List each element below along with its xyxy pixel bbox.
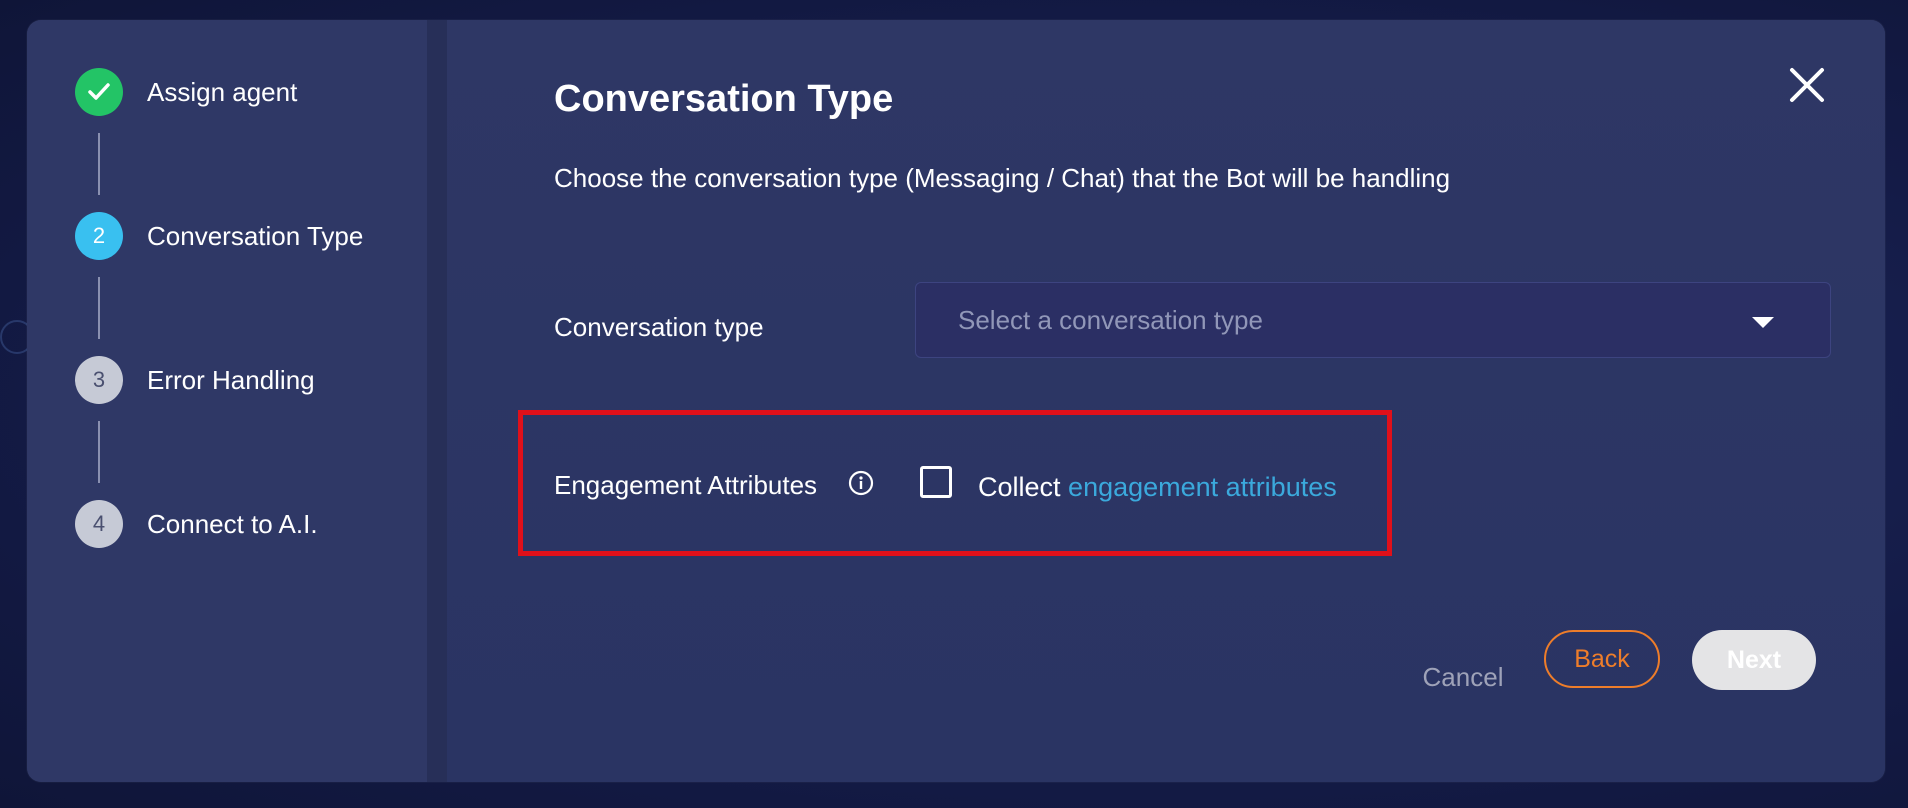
close-icon xyxy=(1790,68,1824,102)
step-connect-ai[interactable]: 4 Connect to A.I. xyxy=(75,500,318,548)
step-error-handling[interactable]: 3 Error Handling xyxy=(75,356,315,404)
select-placeholder: Select a conversation type xyxy=(958,305,1263,335)
info-icon[interactable] xyxy=(848,470,874,496)
cancel-button[interactable]: Cancel xyxy=(1403,647,1523,707)
step-assign-agent[interactable]: Assign agent xyxy=(75,68,297,116)
engagement-attributes-link[interactable]: engagement attributes xyxy=(1068,472,1337,502)
conversation-type-label: Conversation type xyxy=(554,312,764,342)
back-button[interactable]: Back xyxy=(1544,630,1660,688)
step-connector xyxy=(98,133,100,195)
next-button[interactable]: Next xyxy=(1692,630,1816,690)
page-description: Choose the conversation type (Messaging … xyxy=(554,163,1451,193)
collect-label: Collect engagement attributes xyxy=(978,472,1337,503)
check-icon xyxy=(75,68,123,116)
engagement-attributes-label: Engagement Attributes xyxy=(554,470,818,500)
step-label: Connect to A.I. xyxy=(147,508,318,539)
step-label: Assign agent xyxy=(147,76,298,107)
wizard-dialog: Assign agent 2 Conversation Type 3 Error… xyxy=(27,20,1885,782)
panel-divider xyxy=(427,20,447,782)
step-number: 3 xyxy=(75,356,123,404)
close-button[interactable] xyxy=(1780,58,1834,112)
step-number: 4 xyxy=(75,500,123,548)
step-number: 2 xyxy=(75,212,123,260)
step-connector xyxy=(98,421,100,483)
main-panel: Conversation Type Choose the conversatio… xyxy=(447,20,1885,782)
wizard-stepper: Assign agent 2 Conversation Type 3 Error… xyxy=(27,20,427,782)
step-connector xyxy=(98,277,100,339)
collect-engagement-checkbox[interactable] xyxy=(920,466,952,498)
collect-text: Collect xyxy=(978,472,1061,502)
step-label: Error Handling xyxy=(147,364,315,395)
chevron-down-icon xyxy=(1752,317,1774,328)
step-conversation-type[interactable]: 2 Conversation Type xyxy=(75,212,363,260)
step-label: Conversation Type xyxy=(147,220,364,251)
conversation-type-select[interactable]: Select a conversation type xyxy=(915,282,1831,358)
page-title: Conversation Type xyxy=(554,78,894,120)
